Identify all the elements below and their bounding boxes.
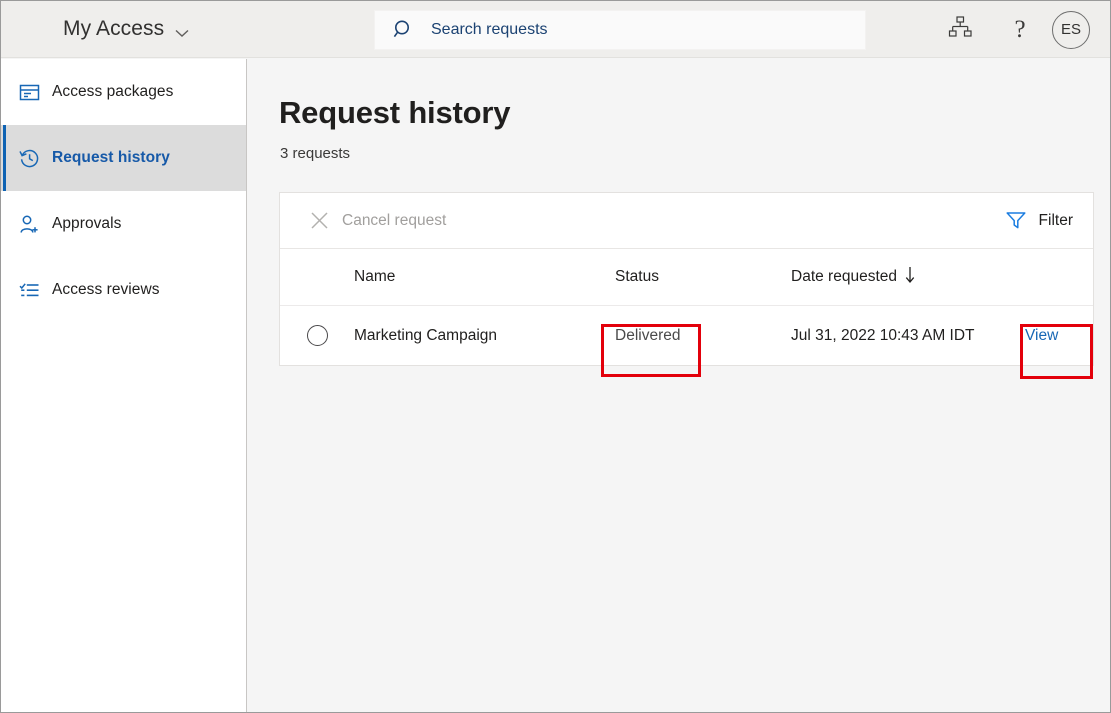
arrow-down-icon bbox=[904, 266, 916, 289]
checklist-icon bbox=[18, 279, 40, 301]
column-header-date-requested[interactable]: Date requested bbox=[791, 266, 1025, 289]
close-x-icon bbox=[310, 211, 329, 230]
filter-button[interactable]: Filter bbox=[998, 205, 1081, 236]
column-header-label: Date requested bbox=[791, 268, 897, 286]
row-select-radio[interactable] bbox=[307, 325, 328, 346]
access-packages-icon bbox=[18, 81, 40, 103]
sidebar-item-access-packages[interactable]: Access packages bbox=[1, 59, 246, 125]
cell-request-name: Marketing Campaign bbox=[354, 327, 615, 345]
search-icon bbox=[393, 19, 415, 41]
sidebar-item-access-reviews[interactable]: Access reviews bbox=[1, 257, 246, 323]
filter-label: Filter bbox=[1039, 212, 1073, 230]
my-access-app-window: My Access Search requests bbox=[0, 0, 1111, 713]
chevron-down-icon bbox=[175, 25, 189, 34]
org-chart-icon-button[interactable] bbox=[930, 1, 990, 58]
sidebar-item-approvals[interactable]: Approvals bbox=[1, 191, 246, 257]
org-chart-icon bbox=[948, 16, 972, 43]
cancel-request-button[interactable]: Cancel request bbox=[302, 205, 454, 236]
help-icon: ? bbox=[1014, 17, 1025, 42]
avatar[interactable]: ES bbox=[1052, 11, 1090, 49]
filter-funnel-icon bbox=[1006, 211, 1026, 230]
brand-title: My Access bbox=[63, 17, 164, 41]
cell-status: Delivered bbox=[615, 327, 791, 345]
column-header-label: Name bbox=[354, 268, 395, 286]
table-header-row: Name Status Date requested bbox=[280, 249, 1093, 306]
sidebar-item-label: Approvals bbox=[52, 215, 121, 233]
search-requests-box[interactable]: Search requests bbox=[374, 10, 866, 50]
view-link[interactable]: View bbox=[1025, 327, 1058, 344]
sidebar-item-label: Request history bbox=[52, 149, 170, 167]
sidebar-item-request-history[interactable]: Request history bbox=[1, 125, 246, 191]
sidebar-navigation: Access packages Request history bbox=[1, 59, 247, 713]
requests-card: Cancel request Filter Name bbox=[279, 192, 1094, 366]
person-add-icon bbox=[18, 213, 40, 235]
cell-date-requested: Jul 31, 2022 10:43 AM IDT bbox=[791, 327, 1025, 345]
sidebar-item-label: Access packages bbox=[52, 83, 173, 101]
request-count-label: 3 requests bbox=[280, 145, 1110, 162]
main-content-area: Request history 3 requests Cancel reques… bbox=[248, 59, 1110, 712]
command-bar: Cancel request Filter bbox=[280, 193, 1093, 249]
brand-my-access-menu[interactable]: My Access bbox=[63, 17, 189, 41]
history-clock-icon bbox=[18, 147, 40, 169]
column-header-status[interactable]: Status bbox=[615, 268, 791, 286]
sidebar-item-label: Access reviews bbox=[52, 281, 160, 299]
column-header-label: Status bbox=[615, 268, 659, 286]
search-input-text[interactable]: Search requests bbox=[431, 21, 548, 39]
top-header-bar: My Access Search requests bbox=[1, 1, 1110, 58]
column-header-name[interactable]: Name bbox=[354, 268, 615, 286]
page-title: Request history bbox=[279, 95, 1110, 131]
cell-action: View bbox=[1025, 327, 1093, 345]
row-select-cell[interactable] bbox=[280, 325, 354, 346]
avatar-initials: ES bbox=[1061, 21, 1081, 38]
help-icon-button[interactable]: ? bbox=[990, 1, 1050, 58]
cancel-request-label: Cancel request bbox=[342, 212, 446, 230]
table-row[interactable]: Marketing Campaign Delivered Jul 31, 202… bbox=[280, 306, 1093, 365]
top-header-actions: ? ES bbox=[930, 1, 1110, 58]
